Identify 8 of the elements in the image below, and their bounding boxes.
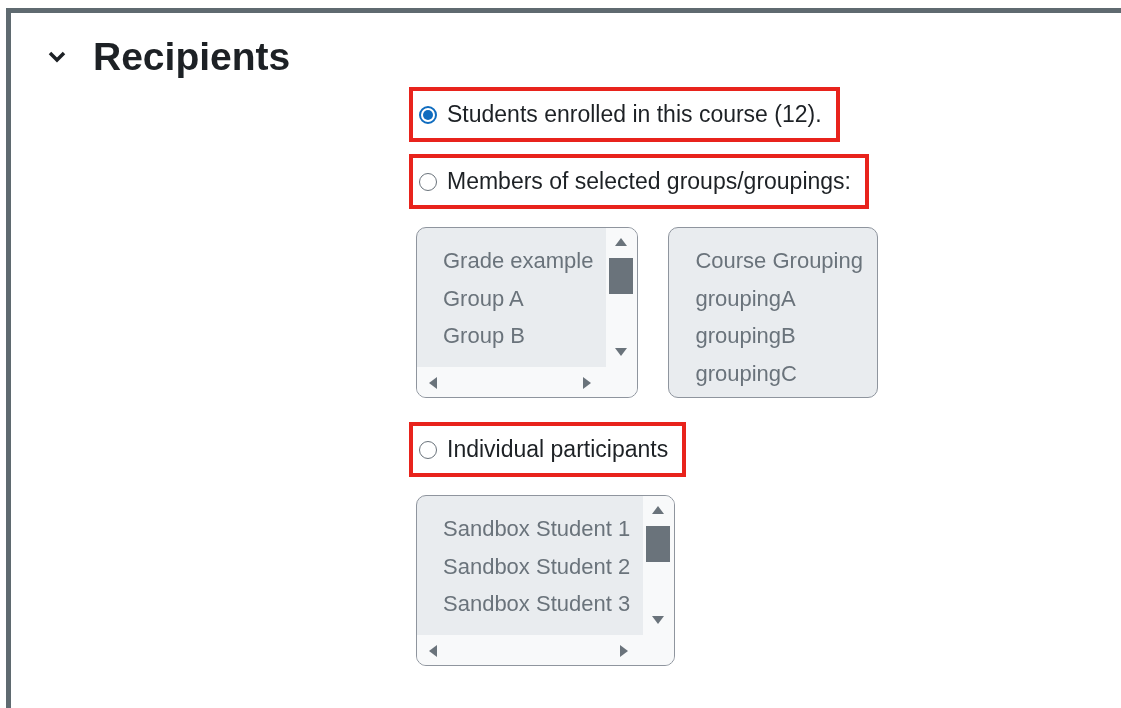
section-title: Recipients: [93, 35, 291, 79]
radio-option[interactable]: Students enrolled in this course (12).: [409, 87, 840, 142]
radio-button[interactable]: [419, 172, 437, 191]
radio-option[interactable]: Individual participants: [409, 422, 687, 477]
radio-option[interactable]: Members of selected groups/groupings:: [409, 154, 869, 209]
radio-button[interactable]: [419, 105, 437, 124]
radio-button[interactable]: [419, 440, 437, 459]
chevron-down-icon[interactable]: [47, 50, 67, 64]
